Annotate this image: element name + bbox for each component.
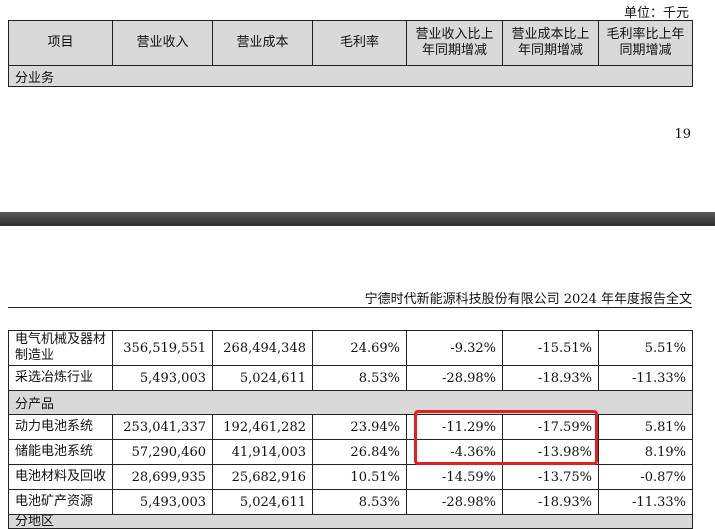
highlight-box bbox=[414, 410, 598, 465]
cell-cost: 5,024,611 bbox=[212, 489, 313, 515]
cell-margin-change: 8.19% bbox=[598, 439, 693, 465]
section-row-region: 分地区 bbox=[8, 514, 693, 529]
cell-revenue: 57,290,460 bbox=[112, 439, 213, 465]
cell-cost: 25,682,916 bbox=[212, 464, 313, 490]
cell-cost: 268,494,348 bbox=[212, 330, 313, 366]
table-row: 电气机械及器材 制造业 356,519,551 268,494,348 24.69… bbox=[8, 330, 693, 366]
cell-revenue: 5,493,003 bbox=[112, 365, 213, 391]
cell-revenue: 356,519,551 bbox=[112, 330, 213, 366]
row-label: 采选冶炼行业 bbox=[8, 365, 113, 391]
cell-cost-change: -18.93% bbox=[502, 489, 599, 515]
col-header-margin-change: 毛利率比上年 同期增减 bbox=[598, 20, 693, 66]
cell-rev-change: -28.98% bbox=[406, 365, 503, 391]
cell-margin: 10.51% bbox=[312, 464, 407, 490]
column-header-row: 项目 营业收入 营业成本 毛利率 营业收入比上 年同期增减 营业成本比上 年同期增减… bbox=[8, 20, 693, 66]
cell-cost-change: -13.75% bbox=[502, 464, 599, 490]
cell-cost: 41,914,003 bbox=[212, 439, 313, 465]
row-label: 动力电池系统 bbox=[8, 414, 113, 440]
col-header-rev-change: 营业收入比上 年同期增减 bbox=[406, 20, 503, 66]
cell-rev-change: -9.32% bbox=[406, 330, 503, 366]
row-label: 电池材料及回收 bbox=[8, 464, 113, 490]
col-header-item: 项目 bbox=[8, 20, 113, 66]
table-row: 采选冶炼行业 5,493,003 5,024,611 8.53% -28.98%… bbox=[8, 365, 693, 391]
table-row: 电池材料及回收 28,699,935 25,682,916 10.51% -14… bbox=[8, 464, 693, 490]
cell-revenue: 253,041,337 bbox=[112, 414, 213, 440]
cell-margin-change: -0.87% bbox=[598, 464, 693, 490]
cell-margin-change: -11.33% bbox=[598, 365, 693, 391]
table-row: 电池矿产资源 5,493,003 5,024,611 8.53% -28.98%… bbox=[8, 489, 693, 515]
section-row-business: 分业务 bbox=[8, 65, 693, 87]
row-label: 储能电池系统 bbox=[8, 439, 113, 465]
cell-margin-change: 5.51% bbox=[598, 330, 693, 366]
cell-cost-change: -15.51% bbox=[502, 330, 599, 366]
header-rule bbox=[8, 307, 692, 308]
cell-margin-change: -11.33% bbox=[598, 489, 693, 515]
section-label-business: 分业务 bbox=[8, 65, 693, 87]
cell-cost: 192,461,282 bbox=[212, 414, 313, 440]
row-label: 电池矿产资源 bbox=[8, 489, 113, 515]
cell-rev-change: -14.59% bbox=[406, 464, 503, 490]
running-header: 宁德时代新能源科技股份有限公司 2024 年年度报告全文 bbox=[364, 292, 692, 307]
cell-rev-change: -28.98% bbox=[406, 489, 503, 515]
cell-revenue: 5,493,003 bbox=[112, 489, 213, 515]
unit-label: 单位：千元 bbox=[623, 6, 689, 21]
cell-margin: 8.53% bbox=[312, 489, 407, 515]
col-header-cost: 营业成本 bbox=[212, 20, 313, 66]
cell-margin: 26.84% bbox=[312, 439, 407, 465]
cell-cost-change: -18.93% bbox=[502, 365, 599, 391]
cell-cost: 5,024,611 bbox=[212, 365, 313, 391]
cell-margin: 8.53% bbox=[312, 365, 407, 391]
cell-margin-change: 5.81% bbox=[598, 414, 693, 440]
header-table: 项目 营业收入 营业成本 毛利率 营业收入比上 年同期增减 营业成本比上 年同期增减… bbox=[8, 20, 693, 87]
cell-revenue: 28,699,935 bbox=[112, 464, 213, 490]
page-break-bar bbox=[0, 212, 715, 226]
cell-margin: 23.94% bbox=[312, 414, 407, 440]
page-number: 19 bbox=[674, 127, 691, 142]
section-label-region: 分地区 bbox=[8, 514, 693, 529]
col-header-cost-change: 营业成本比上 年同期增减 bbox=[502, 20, 599, 66]
col-header-revenue: 营业收入 bbox=[112, 20, 213, 66]
row-label: 电气机械及器材 制造业 bbox=[8, 330, 113, 366]
cell-margin: 24.69% bbox=[312, 330, 407, 366]
col-header-margin: 毛利率 bbox=[312, 20, 407, 66]
